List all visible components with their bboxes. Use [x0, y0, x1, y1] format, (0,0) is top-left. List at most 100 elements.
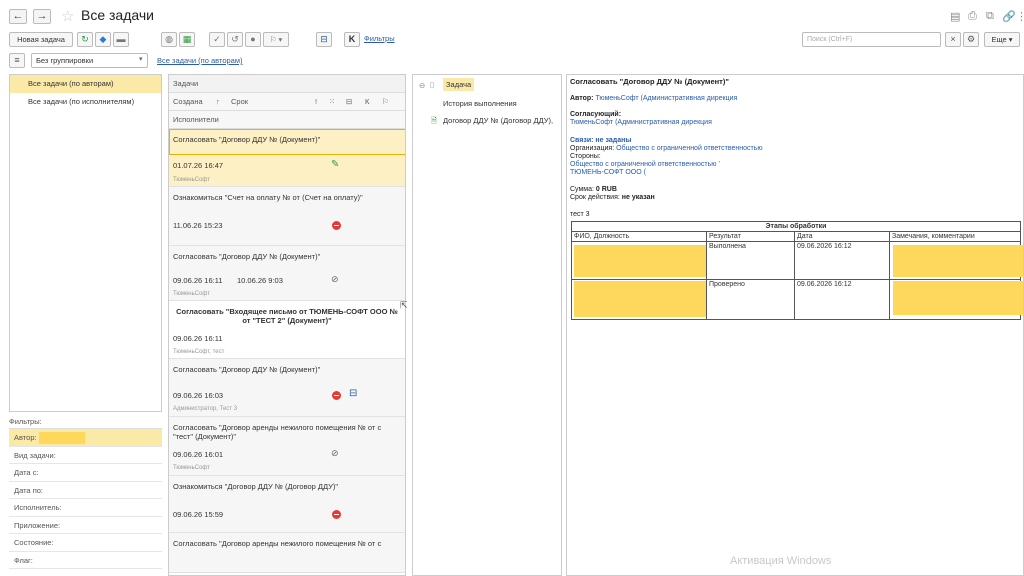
col-executors[interactable]: Исполнители — [169, 111, 405, 129]
collapse-icon[interactable]: ⊖ — [419, 81, 425, 90]
view-item-by-authors[interactable]: Все задачи (по авторам) — [10, 75, 161, 93]
task-executors: ТюменьСофт, тест — [173, 349, 225, 355]
task-title: Согласовать "Договор ДДУ № (Документ)" — [173, 365, 321, 374]
list-icon[interactable]: ≡ — [9, 53, 25, 68]
stages-title: Этапы обработки — [571, 221, 1021, 232]
doc-sum: Сумма: 0 RUB — [570, 186, 617, 194]
grouping-link[interactable]: Все задачи (по авторам) — [157, 56, 243, 65]
stage-date: 09.06.2026 16:12 — [794, 241, 890, 280]
sort-up-icon: ↑ — [216, 97, 220, 106]
flag-dropdown-icon[interactable]: ⚐ ▾ — [263, 32, 289, 47]
task-doc-icon: ▯ — [430, 80, 435, 89]
task-row[interactable]: Согласовать "Договор аренды нежилого пом… — [169, 533, 405, 573]
more-button[interactable]: Еще ▾ — [984, 32, 1020, 47]
redacted-value — [893, 281, 1023, 315]
importance-icon: ! — [315, 97, 318, 106]
task-document: Согласовать "Договор ДДУ № (Документ)" А… — [566, 74, 1024, 576]
filter-flag[interactable]: Флаг: — [9, 552, 162, 569]
export-excel-icon[interactable]: ▦ — [179, 32, 195, 47]
undo-icon[interactable]: ↺ — [227, 32, 243, 47]
task-date: 09.06.26 15:59 — [173, 510, 224, 519]
doc-term-value: не указан — [621, 194, 655, 201]
filter-attachment[interactable]: Приложение: — [9, 517, 162, 534]
col-k: К — [365, 97, 370, 106]
task-row[interactable]: Согласовать "Договор аренды нежилого пом… — [169, 417, 405, 476]
doc-org-link[interactable]: Общество с ограниченной ответственностью — [616, 145, 763, 152]
more-vertical-icon[interactable]: ⋮ — [1016, 10, 1024, 23]
doc-parties-link2[interactable]: ТЮМЕНЬ-СОФТ ООО ( — [570, 169, 646, 177]
tree-item-document[interactable]: Договор ДДУ № (Договор ДДУ), — [443, 116, 553, 125]
view-item-by-executors[interactable]: Все задачи (по исполнителям) — [10, 93, 161, 111]
stage-result: Выполнена — [706, 241, 795, 280]
doc-parties-link1[interactable]: Общество с ограниченной ответственностью… — [570, 161, 720, 169]
k-icon[interactable]: K — [344, 32, 360, 47]
doc-org-label: Организация: — [570, 145, 615, 152]
task-row[interactable]: Ознакомиться "Счет на оплату № от (Счет … — [169, 187, 405, 246]
new-task-button[interactable]: Новая задача — [9, 32, 73, 47]
doc-links: Связи: не заданы — [570, 137, 632, 144]
mouse-cursor-icon: ⇱ — [400, 300, 408, 310]
task-date: 11.06.26 15:23 — [173, 221, 223, 230]
tree-item-history[interactable]: История выполнения — [443, 99, 517, 108]
col-header: ФИО, Должность — [571, 231, 707, 242]
doc-approver-link[interactable]: ТюменьСофт (Административная дирекция — [570, 119, 712, 127]
task-date: 09.06.26 16:11 — [173, 334, 223, 343]
redacted-value — [893, 245, 1023, 277]
tree-col-icon: ⊟ — [346, 97, 353, 106]
col-header: Результат — [706, 231, 795, 242]
task-row[interactable]: Согласовать "Договор ДДУ № (Документ)" 0… — [169, 359, 405, 417]
back-arrow-icon[interactable]: ← — [9, 9, 27, 24]
page-title: Все задачи — [81, 7, 154, 23]
clear-search-icon[interactable]: × — [945, 32, 961, 47]
flag-icon: ⚐ — [382, 97, 389, 106]
task-row[interactable]: Согласовать "Входящее письмо от ТЮМЕНЬ-С… — [169, 301, 405, 359]
task-date: 09.06.26 16:03 — [173, 391, 224, 400]
filter-date-from[interactable]: Дата с: — [9, 464, 162, 482]
filters-link[interactable]: Фильтры — [364, 34, 395, 43]
task-row[interactable]: Согласовать "Договор ДДУ № (Документ)" 0… — [169, 246, 405, 301]
tree-item-task[interactable]: Задача — [443, 78, 475, 91]
chevron-down-icon[interactable]: ▾ — [139, 55, 143, 63]
filter-executor[interactable]: Исполнитель: — [9, 499, 162, 517]
subtasks-icon: ⊟ — [349, 388, 358, 399]
done-check-icon: ⊘ — [331, 448, 339, 458]
settings-gear-icon[interactable]: ⚙ — [963, 32, 979, 47]
redacted-value — [574, 281, 706, 317]
doc-parties-label: Стороны: — [570, 153, 601, 160]
grouping-select[interactable]: Без группировки — [31, 53, 148, 68]
stage-comment — [889, 241, 1023, 280]
col-due[interactable]: Срок — [231, 93, 248, 111]
favorite-star-icon[interactable]: ☆ — [61, 7, 74, 25]
overdue-icon — [332, 221, 341, 230]
task-title: Согласовать "Договор ДДУ № (Документ)" — [173, 252, 321, 261]
search-input[interactable]: Поиск (Ctrl+F) — [802, 32, 941, 47]
stop-icon[interactable]: ● — [245, 32, 261, 47]
task-row[interactable]: Согласовать "Договор ДДУ № (Документ)" 0… — [169, 129, 405, 187]
filter-state[interactable]: Состояние: — [9, 534, 162, 552]
dashboard-icon[interactable]: ◍ — [161, 32, 177, 47]
forward-arrow-icon[interactable]: → — [33, 9, 51, 24]
preview-icon[interactable]: ⧉ — [986, 10, 994, 23]
print-icon[interactable]: ⎙ — [968, 10, 977, 23]
task-row[interactable]: Ознакомиться "Договор ДДУ № (Договор ДДУ… — [169, 476, 405, 533]
doc-sum-label: Сумма: — [570, 186, 594, 193]
table-icon[interactable]: ▤ — [950, 10, 960, 23]
stage-date: 09.06.2026 16:12 — [794, 279, 890, 320]
filter-author[interactable]: Автор: — [9, 429, 162, 447]
complete-check-icon[interactable]: ✓ — [209, 32, 225, 47]
doc-term-label: Срок действия: — [570, 194, 620, 201]
redacted-value — [39, 432, 85, 444]
redacted-value — [574, 245, 706, 277]
task-title: Ознакомиться "Счет на оплату № от (Счет … — [173, 193, 363, 202]
refresh-icon[interactable]: ↻ — [77, 32, 93, 47]
chat-icon[interactable]: ▬ — [113, 32, 129, 47]
link-icon[interactable]: 🔗 — [1002, 10, 1016, 23]
col-created[interactable]: Создана — [173, 97, 203, 106]
filter-date-to[interactable]: Дата по: — [9, 482, 162, 499]
task-executors: Администратор, Тест 3 — [173, 406, 238, 412]
doc-author-link[interactable]: ТюменьСофт (Административная дирекция — [595, 95, 737, 102]
tree-view-icon[interactable]: ⊟ — [316, 32, 332, 47]
stage-comment — [889, 279, 1023, 320]
navigate-icon[interactable]: ◆ — [95, 32, 111, 47]
filter-task-type[interactable]: Вид задачи: — [9, 447, 162, 464]
